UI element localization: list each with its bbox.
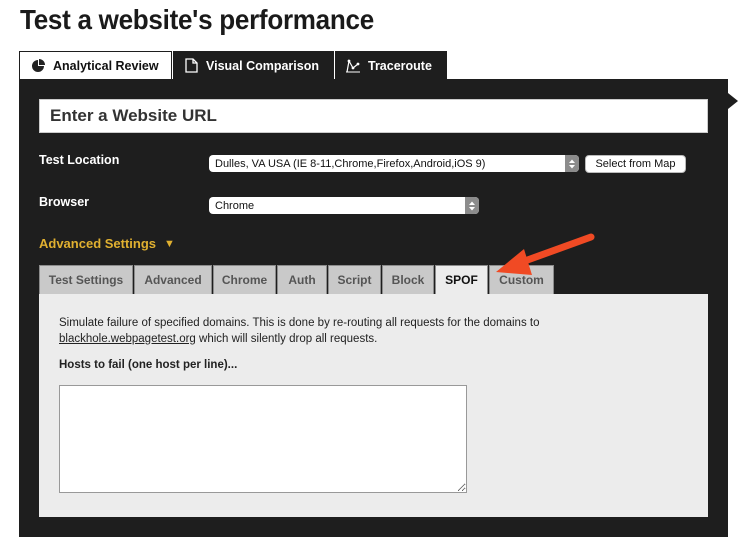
traceroute-icon xyxy=(345,58,361,74)
tab-chrome[interactable]: Chrome xyxy=(213,265,276,295)
spof-description: Simulate failure of specified domains. T… xyxy=(59,316,539,347)
advanced-settings-toggle[interactable]: Advanced Settings ▼ xyxy=(39,236,175,251)
browser-label: Browser xyxy=(39,195,90,209)
tab-test-settings[interactable]: Test Settings xyxy=(39,265,133,295)
select-arrows-icon xyxy=(565,155,579,172)
tab-traceroute[interactable]: Traceroute xyxy=(334,51,447,80)
tab-block[interactable]: Block xyxy=(382,265,434,295)
advanced-tab-bar: Test Settings Advanced Chrome Auth Scrip… xyxy=(39,265,555,295)
test-location-select[interactable]: Dulles, VA USA (IE 8-11,Chrome,Firefox,A… xyxy=(209,155,579,172)
browser-value: Chrome xyxy=(215,199,255,212)
spof-description-line1: Simulate failure of specified domains. T… xyxy=(59,317,540,329)
select-arrows-icon xyxy=(465,197,479,214)
spof-description-line2: which will silently drop all requests. xyxy=(195,332,378,345)
tab-label: Traceroute xyxy=(368,58,432,73)
browser-select[interactable]: Chrome xyxy=(209,197,479,214)
tab-script[interactable]: Script xyxy=(328,265,381,295)
tab-analytical-review[interactable]: Analytical Review xyxy=(19,51,172,80)
spof-tab-content: Simulate failure of specified domains. T… xyxy=(39,294,708,517)
hosts-to-fail-textarea[interactable] xyxy=(59,385,467,493)
triangle-down-icon: ▼ xyxy=(164,237,175,250)
tab-custom[interactable]: Custom xyxy=(489,265,554,295)
pie-chart-icon xyxy=(30,58,46,74)
document-icon xyxy=(183,58,199,74)
test-location-value: Dulles, VA USA (IE 8-11,Chrome,Firefox,A… xyxy=(215,157,486,170)
select-from-map-button[interactable]: Select from Map xyxy=(585,155,686,173)
hosts-to-fail-label: Hosts to fail (one host per line)... xyxy=(59,359,238,371)
url-input[interactable] xyxy=(39,99,708,133)
advanced-settings-label: Advanced Settings xyxy=(39,236,157,251)
main-tab-bar: Analytical Review Visual Comparison Trac… xyxy=(19,51,447,80)
tab-spof[interactable]: SPOF xyxy=(435,265,488,295)
tab-auth[interactable]: Auth xyxy=(277,265,327,295)
tab-label: Visual Comparison xyxy=(206,58,319,73)
tab-label: Analytical Review xyxy=(53,59,159,73)
panel-pointer xyxy=(728,93,738,109)
test-location-label: Test Location xyxy=(39,153,120,167)
tab-advanced[interactable]: Advanced xyxy=(134,265,212,295)
tab-visual-comparison[interactable]: Visual Comparison xyxy=(172,51,334,80)
blackhole-link[interactable]: blackhole.webpagetest.org xyxy=(59,333,196,345)
page-title: Test a website's performance xyxy=(20,4,374,35)
